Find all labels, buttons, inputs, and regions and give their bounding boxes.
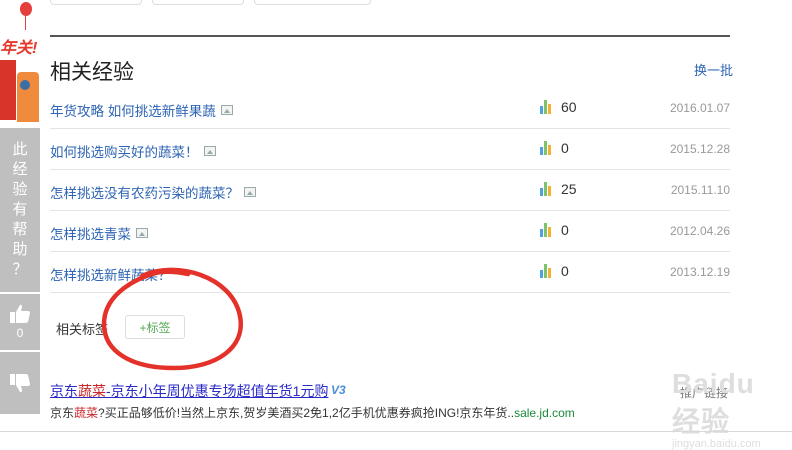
annotation-circle [101,267,244,371]
baidu-watermark: Baidu经验 jingyan.baidu.com [672,368,761,450]
bar-chart-icon [540,182,552,196]
downvote-button[interactable] [0,352,40,414]
date: 2016.01.07 [669,101,730,115]
view-stat: 0 [540,141,569,155]
balloon-icon [20,2,32,16]
top-button-1[interactable] [50,0,142,5]
section-divider [50,35,730,37]
thumbs-up-icon [10,304,30,323]
date: 2013.12.19 [669,265,730,279]
ad-description: 京东蔬菜?买正品够低价!当然上京东,贺岁美酒买2免1,2亿手机优惠券疯抢ING!… [50,406,575,420]
experience-link[interactable]: 怎样挑选青菜 [50,223,148,243]
promo-banner[interactable]: 年关! [0,0,40,128]
upvote-count: 0 [16,326,24,340]
helpful-question: 此 经 验 有 帮 助 ？ [0,128,40,292]
related-title: 相关经验 [50,61,134,84]
person-icon [20,80,30,90]
refresh-link[interactable]: 换一批 [694,60,733,79]
date: 2015.11.10 [670,183,730,197]
lantern-icon [0,60,16,120]
image-icon [203,146,216,156]
date: 2015.12.28 [669,142,730,156]
top-button-3[interactable] [254,0,371,5]
ad-url[interactable]: sale.jd.com [514,406,575,420]
image-icon [244,187,256,197]
ad-title-link[interactable]: 京东蔬菜-京东小年周优惠专场超值年货1元购 [50,381,328,401]
view-stat: 0 [540,264,569,278]
view-stat: 60 [540,100,577,114]
image-icon [136,228,148,238]
experience-link[interactable]: 年货攻略 如何挑选新鲜果蔬 [50,100,233,120]
thumbs-down-icon [10,374,30,393]
bottom-divider [0,431,792,432]
gift-icon [17,72,39,122]
promo-text: 年关! [0,40,38,57]
bar-chart-icon [540,264,552,278]
experience-link[interactable]: 怎样挑选没有农药污染的蔬菜？ [50,182,256,202]
list-item: 怎样挑选青菜 0 2012.04.26 [50,211,730,252]
verified-badge: V3 [331,383,346,397]
list-item: 如何挑选购买好的蔬菜！ 0 2015.12.28 [50,129,730,170]
feedback-sidebar: 此 经 验 有 帮 助 ？ 0 [0,128,40,436]
list-item: 怎样挑选没有农药污染的蔬菜？ 25 2015.11.10 [50,170,730,211]
date: 2012.04.26 [669,224,730,238]
view-stat: 25 [540,182,577,196]
view-stat: 0 [540,223,569,237]
bar-chart-icon [540,141,552,155]
image-icon [220,105,233,115]
top-button-2[interactable] [152,0,244,5]
experience-link[interactable]: 如何挑选购买好的蔬菜！ [50,141,216,161]
list-item: 年货攻略 如何挑选新鲜果蔬 60 2016.01.07 [50,88,730,129]
bar-chart-icon [540,100,552,114]
upvote-button[interactable]: 0 [0,294,40,350]
bar-chart-icon [540,223,552,237]
